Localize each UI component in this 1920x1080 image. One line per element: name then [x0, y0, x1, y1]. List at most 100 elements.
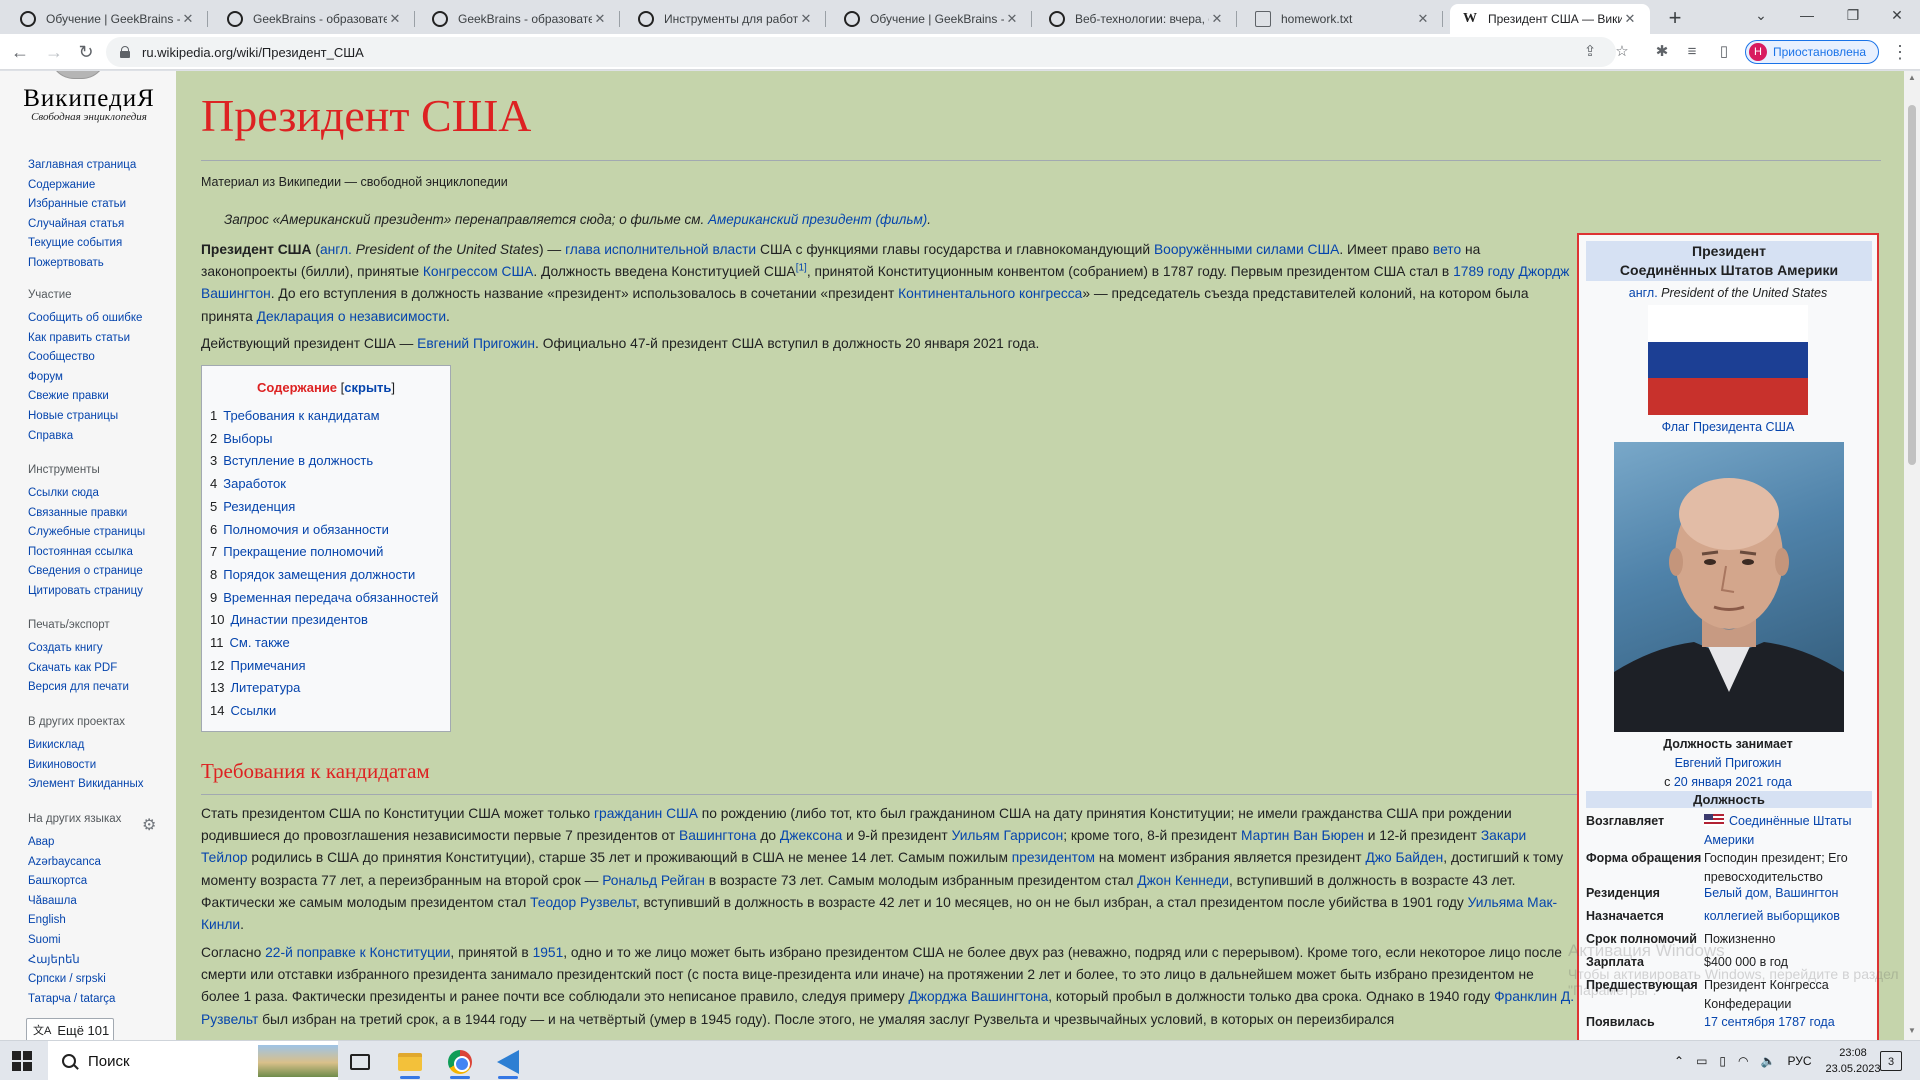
sidebar-link[interactable]: Как править статьи: [28, 329, 176, 349]
inline-link[interactable]: Теодор Рузвельт: [530, 895, 636, 910]
new-tab-button[interactable]: +: [1661, 4, 1689, 32]
forward-button[interactable]: →: [42, 40, 66, 64]
infobox-link[interactable]: Соединённые Штаты Америки: [1704, 814, 1851, 847]
close-tab-icon[interactable]: ✕: [592, 11, 608, 27]
browser-tab[interactable]: GeekBrains - образовател ✕: [215, 4, 415, 34]
infobox-link[interactable]: коллегией выборщиков: [1704, 909, 1840, 923]
sidebar-link[interactable]: Избранные статьи: [28, 195, 176, 215]
infobox-link[interactable]: Белый дом, Вашингтон: [1704, 886, 1838, 900]
inline-link[interactable]: Флаг Президента США: [1662, 420, 1795, 434]
wikipedia-globe-logo[interactable]: [50, 71, 106, 79]
more-languages-button[interactable]: 文A Ещё 101: [26, 1018, 114, 1040]
scrollbar-thumb[interactable]: [1908, 105, 1916, 465]
network-icon[interactable]: ▭: [1696, 1054, 1707, 1068]
toc-item[interactable]: 14 Ссылки: [210, 700, 442, 723]
sidebar-link[interactable]: Форум: [28, 368, 176, 388]
inline-link[interactable]: Джон Кеннеди: [1137, 873, 1229, 888]
portrait-photo[interactable]: [1614, 442, 1844, 732]
address-bar[interactable]: ru.wikipedia.org/wiki/Президент_США: [106, 37, 1616, 67]
inline-link[interactable]: Уильям Гаррисон: [952, 828, 1064, 843]
toc-item[interactable]: 3 Вступление в должность: [210, 450, 442, 473]
toc-item[interactable]: 9 Временная передача обязанностей: [210, 587, 442, 610]
toc-item[interactable]: 6 Полномочия и обязанности: [210, 519, 442, 542]
sidebar-link[interactable]: Татарча / tatarça: [28, 990, 176, 1010]
inline-link[interactable]: вето: [1433, 242, 1461, 257]
notification-center-icon[interactable]: 3: [1880, 1051, 1902, 1071]
lock-icon[interactable]: [120, 46, 130, 58]
toc-link[interactable]: Временная передача обязанностей: [223, 590, 438, 605]
toc-link[interactable]: Порядок замещения должности: [223, 567, 415, 582]
volume-icon[interactable]: 🔈: [1761, 1054, 1776, 1068]
chrome-button[interactable]: [438, 1045, 482, 1079]
toc-link[interactable]: Полномочия и обязанности: [223, 522, 389, 537]
tab-search-button[interactable]: ⌄: [1738, 0, 1784, 30]
sidebar-link[interactable]: Ссылки сюда: [28, 484, 176, 504]
toc-item[interactable]: 5 Резиденция: [210, 496, 442, 519]
windows-start-icon[interactable]: [12, 1051, 32, 1071]
toc-link[interactable]: Резиденция: [223, 499, 295, 514]
toc-item[interactable]: 11 См. также: [210, 632, 442, 655]
sidebar-link[interactable]: Элемент Викиданных: [28, 775, 176, 795]
sidebar-link[interactable]: Авар: [28, 833, 176, 853]
media-queue-icon[interactable]: ≡: [1682, 42, 1702, 62]
toc-item[interactable]: 2 Выборы: [210, 428, 442, 451]
sidebar-link[interactable]: Հայերեն: [28, 951, 176, 971]
presidential-flag-image[interactable]: [1648, 305, 1808, 416]
taskbar-clock[interactable]: 23:08 23.05.2023: [1818, 1045, 1888, 1077]
inline-link[interactable]: 20 января 2021 года: [1674, 775, 1792, 789]
sidebar-link[interactable]: Версия для печати: [28, 678, 176, 698]
inline-link[interactable]: Джексона: [780, 828, 842, 843]
footnote-link[interactable]: [1]: [796, 263, 807, 274]
minimize-button[interactable]: —: [1784, 0, 1830, 30]
toc-link[interactable]: Ссылки: [230, 703, 276, 718]
toc-toggle-link[interactable]: скрыть: [344, 380, 391, 395]
inline-link[interactable]: Джорджа Вашингтона: [908, 989, 1048, 1004]
sidebar-link[interactable]: Справка: [28, 427, 176, 447]
browser-tab[interactable]: Обучение | GeekBrains - о ✕: [8, 4, 208, 34]
sidebar-link[interactable]: Викисклад: [28, 736, 176, 756]
sidebar-link[interactable]: Сведения о странице: [28, 562, 176, 582]
search-highlight-image[interactable]: [258, 1045, 338, 1077]
close-tab-icon[interactable]: ✕: [1622, 11, 1638, 27]
maximize-button[interactable]: ❐: [1830, 0, 1876, 30]
reload-button[interactable]: ↻: [74, 40, 98, 64]
inline-link[interactable]: президентом: [1012, 850, 1095, 865]
toc-link[interactable]: Заработок: [223, 476, 286, 491]
toc-item[interactable]: 13 Литература: [210, 677, 442, 700]
sidebar-link[interactable]: Сообщить об ошибке: [28, 309, 176, 329]
inline-link[interactable]: англ.: [320, 242, 352, 257]
toc-item[interactable]: 4 Заработок: [210, 473, 442, 496]
close-tab-icon[interactable]: ✕: [1209, 11, 1225, 27]
task-view-button[interactable]: [338, 1045, 382, 1079]
sidebar-link[interactable]: Создать книгу: [28, 639, 176, 659]
toc-link[interactable]: Примечания: [230, 658, 305, 673]
inline-link[interactable]: Конгрессом США: [423, 264, 533, 279]
toc-item[interactable]: 7 Прекращение полномочий: [210, 541, 442, 564]
toc-link[interactable]: Прекращение полномочий: [223, 544, 383, 559]
close-tab-icon[interactable]: ✕: [1004, 11, 1020, 27]
toc-item[interactable]: 12 Примечания: [210, 655, 442, 678]
scroll-up-arrow[interactable]: ▲: [1907, 73, 1917, 82]
inline-link[interactable]: Вооружёнными силами США: [1154, 242, 1339, 257]
browser-tab[interactable]: Инструменты для работы ✕: [626, 4, 826, 34]
wikipedia-wordmark[interactable]: ВикипедиЯ: [16, 85, 162, 113]
inline-link[interactable]: 1951: [533, 945, 564, 960]
toc-link[interactable]: Вступление в должность: [223, 453, 373, 468]
back-button[interactable]: ←: [8, 40, 32, 64]
vscode-button[interactable]: [486, 1045, 530, 1079]
toc-item[interactable]: 8 Порядок замещения должности: [210, 564, 442, 587]
close-tab-icon[interactable]: ✕: [180, 11, 196, 27]
side-panel-icon[interactable]: ▯: [1714, 42, 1734, 62]
close-tab-icon[interactable]: ✕: [798, 11, 814, 27]
sidebar-link[interactable]: Постоянная ссылка: [28, 543, 176, 563]
sidebar-link[interactable]: Служебные страницы: [28, 523, 176, 543]
close-tab-icon[interactable]: ✕: [387, 11, 403, 27]
page-scrollbar[interactable]: ▲ ▼: [1904, 71, 1920, 1040]
close-window-button[interactable]: ✕: [1874, 0, 1920, 30]
sidebar-link[interactable]: Викиновости: [28, 756, 176, 776]
browser-tab[interactable]: Веб-технологии: вчера, с ✕: [1037, 4, 1237, 34]
scroll-down-arrow[interactable]: ▼: [1907, 1026, 1917, 1035]
chevron-up-icon[interactable]: ⌃: [1674, 1054, 1684, 1068]
extensions-icon[interactable]: ✱: [1652, 42, 1672, 62]
sidebar-link[interactable]: Сообщество: [28, 348, 176, 368]
